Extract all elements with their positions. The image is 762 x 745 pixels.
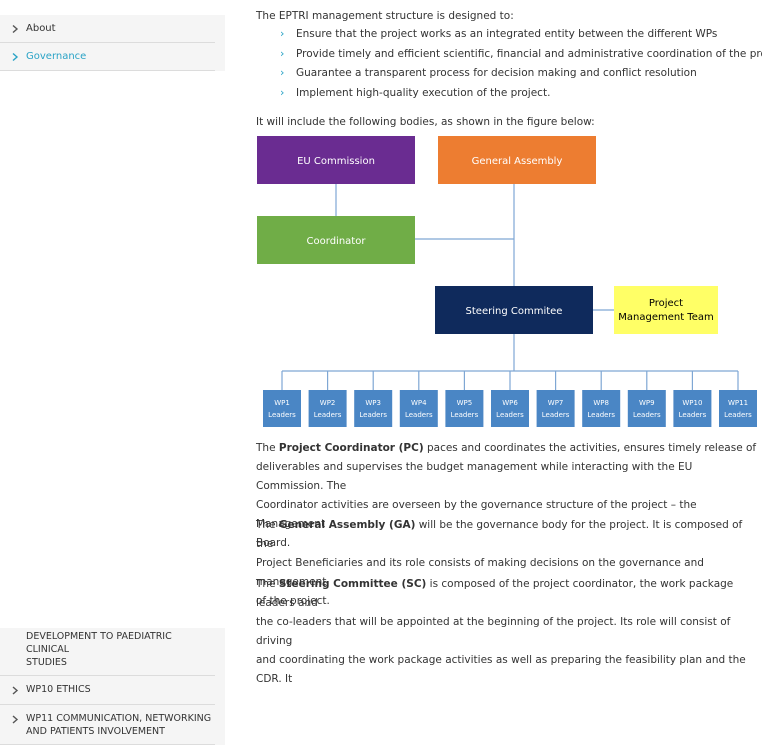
list-item: › Guarantee a transparent process for dec… bbox=[280, 64, 762, 84]
wp-label: WP3 bbox=[365, 399, 381, 407]
wp-leaders-label: Leaders bbox=[724, 411, 752, 419]
steering-committee-label: Steering Commitee bbox=[466, 306, 563, 317]
wp-leaders-label: Leaders bbox=[679, 411, 707, 419]
wp-box bbox=[627, 390, 666, 427]
wp-label: WP8 bbox=[593, 399, 609, 407]
pmt-label-line2: Management Team bbox=[618, 312, 713, 323]
list-item: › Implement high-quality execution of the… bbox=[280, 84, 762, 104]
governance-diagram: EU Commission General Assembly Coordinat… bbox=[257, 136, 757, 427]
sidebar-item-wp-development[interactable]: DEVELOPMENT TO PAEDIATRIC CLINICAL STUDI… bbox=[0, 628, 215, 676]
wp-box bbox=[308, 390, 347, 427]
wp-label: WP2 bbox=[320, 399, 336, 407]
general-assembly-label: General Assembly bbox=[472, 156, 563, 167]
sidebar-item-label: Governance bbox=[26, 51, 87, 62]
list-item: › Ensure that the project works as an int… bbox=[280, 25, 762, 45]
chevron-right-icon: › bbox=[280, 27, 285, 40]
wp-label: WP10 bbox=[682, 399, 702, 407]
wp-label: WP6 bbox=[502, 399, 518, 407]
wp-box bbox=[536, 390, 575, 427]
chevron-right-icon bbox=[12, 24, 24, 33]
sidebar-item-wp11-communication[interactable]: WP11 COMMUNICATION, NETWORKING AND PATIE… bbox=[0, 705, 215, 745]
wp-label: WP9 bbox=[639, 399, 655, 407]
wp-box bbox=[354, 390, 393, 427]
chevron-right-icon bbox=[12, 52, 24, 61]
work-package-boxes: WP1 Leaders WP2 Leaders WP3 Leaders WP4 Leaders… bbox=[263, 390, 757, 427]
chevron-right-icon: › bbox=[280, 85, 285, 99]
sidebar-item-wp10-ethics[interactable]: WP10 ETHICS bbox=[0, 676, 215, 705]
wp-box bbox=[399, 390, 438, 427]
coordinator-label: Coordinator bbox=[307, 236, 367, 247]
wp-leaders-label: Leaders bbox=[542, 411, 570, 419]
wp-label: WP11 bbox=[728, 399, 748, 407]
wp-leaders-label: Leaders bbox=[451, 411, 479, 419]
chevron-right-icon bbox=[12, 686, 19, 695]
wp-label: WP4 bbox=[411, 399, 427, 407]
figure-intro-text: It will include the following bodies, as… bbox=[256, 116, 595, 128]
project-management-team-box bbox=[614, 286, 718, 334]
pmt-label-line1: Project bbox=[649, 298, 683, 309]
eu-commission-label: EU Commission bbox=[297, 156, 375, 167]
sidebar-item-label: DEVELOPMENT TO PAEDIATRIC CLINICAL bbox=[26, 631, 172, 655]
wp-box bbox=[445, 390, 484, 427]
wp-leaders-label: Leaders bbox=[633, 411, 661, 419]
sidebar-item-label: STUDIES bbox=[26, 657, 67, 668]
wp-box bbox=[673, 390, 712, 427]
sidebar-item-label: WP11 COMMUNICATION, NETWORKING bbox=[26, 713, 212, 724]
sidebar-nav-bottom: DEVELOPMENT TO PAEDIATRIC CLINICAL STUDI… bbox=[0, 628, 225, 745]
objectives-list: › Ensure that the project works as an int… bbox=[280, 25, 762, 103]
wp-leaders-label: Leaders bbox=[496, 411, 524, 419]
wp-label: WP7 bbox=[548, 399, 564, 407]
wp-leaders-label: Leaders bbox=[314, 411, 342, 419]
wp-box bbox=[263, 390, 301, 427]
wp-leaders-label: Leaders bbox=[268, 411, 296, 419]
wp-label: WP5 bbox=[457, 399, 473, 407]
sidebar-item-label: WP10 ETHICS bbox=[26, 684, 91, 695]
paragraph-steering-committee: The Steering Committee (SC) is composed … bbox=[256, 578, 746, 685]
wp-box bbox=[491, 390, 529, 427]
wp-leaders-label: Leaders bbox=[587, 411, 615, 419]
wp-label: WP1 bbox=[274, 399, 290, 407]
sidebar-item-label: AND PATIENTS INVOLVEMENT bbox=[26, 726, 165, 737]
wp-box bbox=[719, 390, 757, 427]
list-item: › Provide timely and efficient scientific… bbox=[280, 45, 762, 65]
sidebar-nav-top: About Governance bbox=[0, 15, 225, 71]
wp-box bbox=[582, 390, 621, 427]
intro-text: The EPTRI management structure is design… bbox=[256, 10, 514, 22]
sidebar-item-label: About bbox=[26, 23, 56, 34]
chevron-right-icon: › bbox=[280, 46, 285, 60]
sidebar-item-about[interactable]: About bbox=[0, 15, 215, 43]
wp-leaders-label: Leaders bbox=[405, 411, 433, 419]
chevron-right-icon bbox=[12, 715, 19, 724]
chevron-right-icon: › bbox=[280, 66, 285, 79]
sidebar-item-governance[interactable]: Governance bbox=[0, 43, 215, 71]
wp-leaders-label: Leaders bbox=[359, 411, 387, 419]
